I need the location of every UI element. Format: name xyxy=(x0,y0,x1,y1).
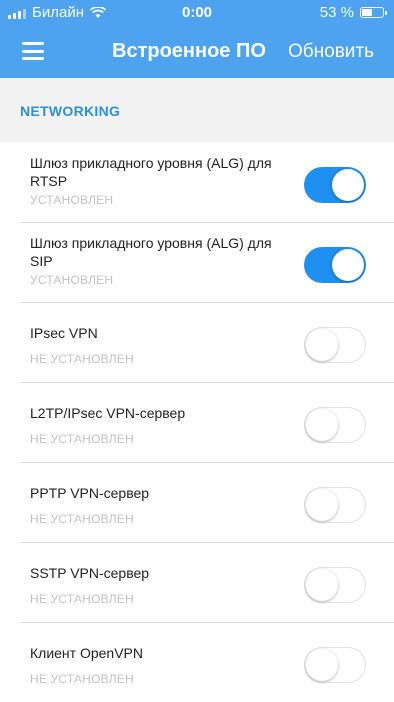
item-label: Шлюз прикладного уровня (ALG) для SIP xyxy=(30,235,272,269)
item-label: IPsec VPN xyxy=(30,325,98,341)
section-header: NETWORKING xyxy=(0,78,394,142)
item-label: L2TP/IPsec VPN-сервер xyxy=(30,405,186,421)
status-right: 53 % xyxy=(319,4,387,21)
list-item: SSTP VPN-сервер НЕ УСТАНОВЛЕН xyxy=(0,542,394,622)
battery-icon xyxy=(360,7,387,18)
item-label: SSTP VPN-сервер xyxy=(30,565,150,581)
item-status: УСТАНОВЛЕН xyxy=(30,193,114,207)
status-bar: Билайн 0:00 53 % xyxy=(0,0,394,24)
update-button[interactable]: Обновить xyxy=(288,41,374,63)
hamburger-icon[interactable] xyxy=(22,42,44,60)
list-item: IPsec VPN НЕ УСТАНОВЛЕН xyxy=(0,302,394,382)
section-title: NETWORKING xyxy=(20,103,121,119)
item-status: УСТАНОВЛЕН xyxy=(30,273,114,287)
toggle-switch[interactable] xyxy=(304,647,366,683)
item-label: Шлюз прикладного уровня (ALG) для RTSP xyxy=(30,155,272,189)
item-label: Клиент OpenVPN xyxy=(30,645,143,661)
toggle-switch[interactable] xyxy=(304,167,366,203)
toggle-switch[interactable] xyxy=(304,487,366,523)
battery-percent: 53 % xyxy=(319,4,354,21)
list-item: Шлюз прикладного уровня (ALG) для SIP УС… xyxy=(0,222,394,302)
list-item: PPTP VPN-сервер НЕ УСТАНОВЛЕН xyxy=(0,462,394,542)
item-status: НЕ УСТАНОВЛЕН xyxy=(30,512,134,526)
toggle-switch[interactable] xyxy=(304,327,366,363)
item-status: НЕ УСТАНОВЛЕН xyxy=(30,432,134,446)
battery-fill xyxy=(362,9,372,16)
item-status: НЕ УСТАНОВЛЕН xyxy=(30,672,134,686)
list-item: Шлюз прикладного уровня (ALG) для RTSP У… xyxy=(0,142,394,222)
item-status: НЕ УСТАНОВЛЕН xyxy=(30,352,134,366)
page-title: Встроенное ПО xyxy=(112,40,266,62)
nav-bar: Встроенное ПО Обновить xyxy=(0,26,394,78)
item-status: НЕ УСТАНОВЛЕН xyxy=(30,592,134,606)
toggle-switch[interactable] xyxy=(304,247,366,283)
toggle-switch[interactable] xyxy=(304,567,366,603)
app-header: Билайн 0:00 53 % Встроенное ПО Обновить xyxy=(0,0,394,78)
package-list: Шлюз прикладного уровня (ALG) для RTSP У… xyxy=(0,142,394,702)
toggle-switch[interactable] xyxy=(304,407,366,443)
list-item: Клиент OpenVPN НЕ УСТАНОВЛЕН xyxy=(0,622,394,702)
list-item: L2TP/IPsec VPN-сервер НЕ УСТАНОВЛЕН xyxy=(0,382,394,462)
item-label: PPTP VPN-сервер xyxy=(30,485,150,501)
